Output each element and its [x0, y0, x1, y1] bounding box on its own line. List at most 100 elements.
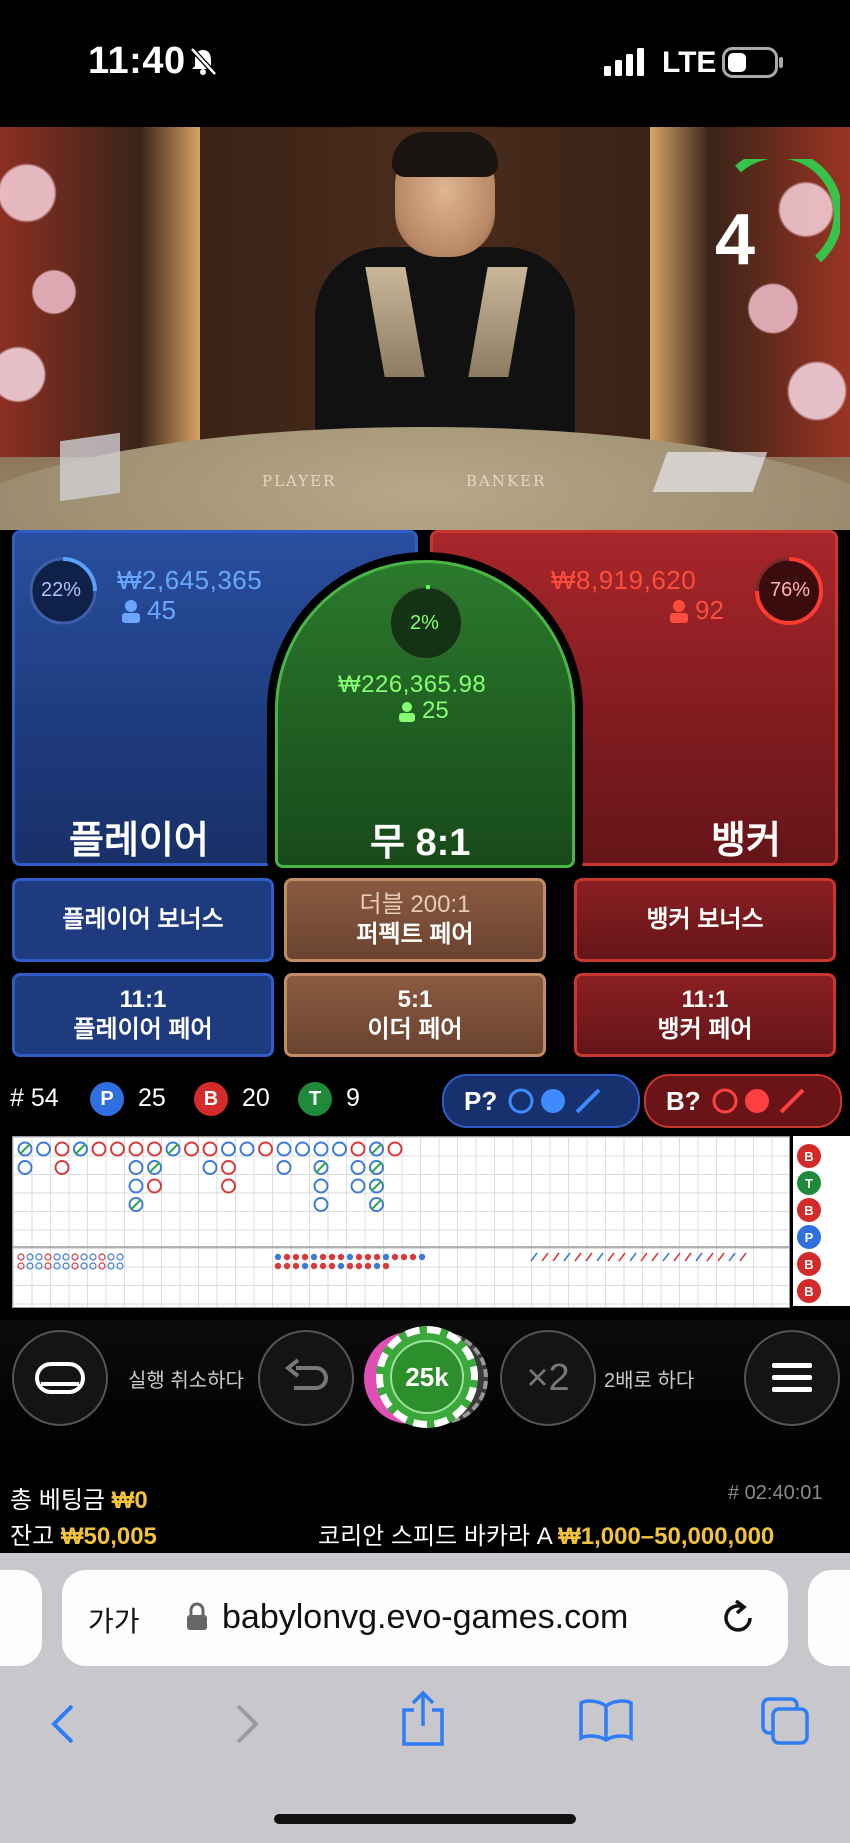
player-count-icon — [122, 600, 140, 623]
small-road-mark — [400, 1253, 408, 1261]
text-size-button[interactable]: 가가 — [88, 1600, 140, 1640]
small-road-mark — [355, 1253, 363, 1261]
double-button[interactable]: ×2 — [500, 1330, 596, 1426]
scoreboard-road[interactable] — [12, 1136, 790, 1308]
cockroach-road-mark — [739, 1252, 747, 1262]
table-info: 코리안 스피드 바카라 A ₩1,000–50,000,000 — [318, 1516, 774, 1551]
side-badge: B — [797, 1144, 821, 1168]
player-bonus-label: 플레이어 보너스 — [62, 906, 224, 933]
chip-value: 25k — [390, 1340, 464, 1414]
cockroach-road-mark — [563, 1252, 571, 1262]
previous-tab[interactable] — [0, 1570, 42, 1666]
menu-button[interactable] — [744, 1330, 840, 1426]
either-pair-button[interactable]: 5:1 이더 페어 — [284, 973, 546, 1057]
home-indicator — [274, 1814, 576, 1824]
banker-pair-odds: 11:1 — [681, 986, 729, 1013]
cockroach-road-mark — [530, 1252, 538, 1262]
road-mark — [276, 1141, 292, 1157]
cockroach-road-mark — [673, 1252, 681, 1262]
card-shoe — [60, 432, 120, 502]
silent-bell-icon — [190, 47, 217, 76]
tie-amount: ₩226,365.98 — [338, 671, 487, 698]
side-badge: B — [797, 1252, 821, 1276]
road-mark — [313, 1197, 329, 1212]
next-tab[interactable] — [808, 1570, 850, 1666]
small-road-mark — [391, 1253, 399, 1261]
player-pair-label: 플레이어 페어 — [73, 1016, 213, 1043]
balance-value: ₩50,005 — [60, 1523, 157, 1550]
share-icon[interactable] — [400, 1690, 446, 1748]
road-mark — [202, 1160, 218, 1175]
banker-label: 뱅커 — [711, 820, 781, 862]
small-road-mark — [364, 1253, 372, 1261]
tie-bet-spot[interactable]: 2% ₩226,365.98 25 무 8:1 — [275, 560, 575, 868]
status-bar: 11:40 LTE — [0, 0, 850, 127]
perfect-pair-button[interactable]: 더블 200:1 퍼펙트 페어 — [284, 878, 546, 962]
back-icon[interactable] — [48, 1702, 78, 1746]
discard-tray — [652, 452, 768, 492]
bookmarks-icon[interactable] — [578, 1698, 634, 1742]
undo-label: 실행 취소하다 — [128, 1370, 244, 1392]
small-road-mark — [292, 1262, 300, 1270]
cockroach-road-mark — [629, 1252, 637, 1262]
tie-percent: 2% — [410, 612, 439, 634]
road-tie-mark — [148, 1161, 161, 1174]
road-mark — [147, 1178, 162, 1194]
tie-count: 25 — [422, 697, 449, 724]
small-road-mark — [337, 1253, 345, 1261]
battery-icon — [722, 47, 783, 78]
cockroach-road-mark — [662, 1252, 670, 1262]
small-road-mark — [337, 1262, 345, 1270]
signal-icon — [604, 48, 644, 76]
bead-road-side[interactable]: B T B P B B — [793, 1136, 850, 1306]
small-road-mark — [283, 1253, 291, 1261]
road-mark — [332, 1141, 347, 1157]
small-road-mark — [44, 1253, 52, 1261]
tie-win-badge: T — [298, 1082, 332, 1116]
player-pair-button[interactable]: 11:1 플레이어 페어 — [12, 973, 274, 1057]
round-number: # 54 — [10, 1084, 59, 1112]
player-predict-icons — [508, 1088, 601, 1114]
road-mark — [313, 1178, 329, 1194]
road-mark — [36, 1141, 51, 1157]
road-tie-mark — [370, 1198, 383, 1211]
small-road-mark — [17, 1253, 25, 1261]
player-predict-button[interactable]: P? — [442, 1074, 640, 1128]
cockroach-road-mark — [552, 1252, 560, 1262]
small-road-mark — [310, 1253, 318, 1261]
player-bonus-button[interactable]: 플레이어 보너스 — [12, 878, 274, 962]
banker-bonus-button[interactable]: 뱅커 보너스 — [574, 878, 836, 962]
small-road-mark — [53, 1253, 61, 1261]
banker-predict-button[interactable]: B? — [644, 1074, 842, 1128]
lobby-icon — [35, 1362, 85, 1394]
small-road-mark — [62, 1253, 70, 1261]
perfect-pair-label: 퍼펙트 페어 — [356, 921, 474, 948]
road-mark — [128, 1141, 144, 1157]
tabs-icon[interactable] — [760, 1696, 810, 1746]
small-road-mark — [274, 1262, 282, 1270]
countdown-timer: 4 — [715, 200, 756, 280]
small-road-mark — [89, 1253, 97, 1261]
cockroach-road-mark — [728, 1252, 736, 1262]
cockroach-road-mark — [574, 1252, 582, 1262]
road-tie-mark — [370, 1143, 383, 1155]
table-banker-label: BANKER — [466, 472, 547, 490]
banker-pair-button[interactable]: 11:1 뱅커 페어 — [574, 973, 836, 1057]
small-road-mark — [17, 1262, 25, 1270]
road-mark — [54, 1141, 70, 1157]
small-road-mark — [373, 1262, 381, 1270]
address-bar[interactable]: 가가 babylonvg.evo-games.com — [62, 1570, 788, 1666]
forward-icon[interactable] — [232, 1702, 262, 1746]
small-road-mark — [62, 1262, 70, 1270]
chip-25k[interactable]: 25k — [376, 1326, 478, 1428]
small-road-mark — [409, 1253, 417, 1261]
cockroach-road-mark — [684, 1252, 692, 1262]
reload-icon[interactable] — [722, 1600, 756, 1636]
chat-button[interactable] — [12, 1330, 108, 1426]
cockroach-road-mark — [651, 1252, 659, 1262]
road-mark — [350, 1160, 366, 1175]
small-road-mark — [319, 1253, 327, 1261]
undo-button[interactable] — [258, 1330, 354, 1426]
player-count: 45 — [147, 595, 176, 625]
small-road-mark — [319, 1262, 327, 1270]
